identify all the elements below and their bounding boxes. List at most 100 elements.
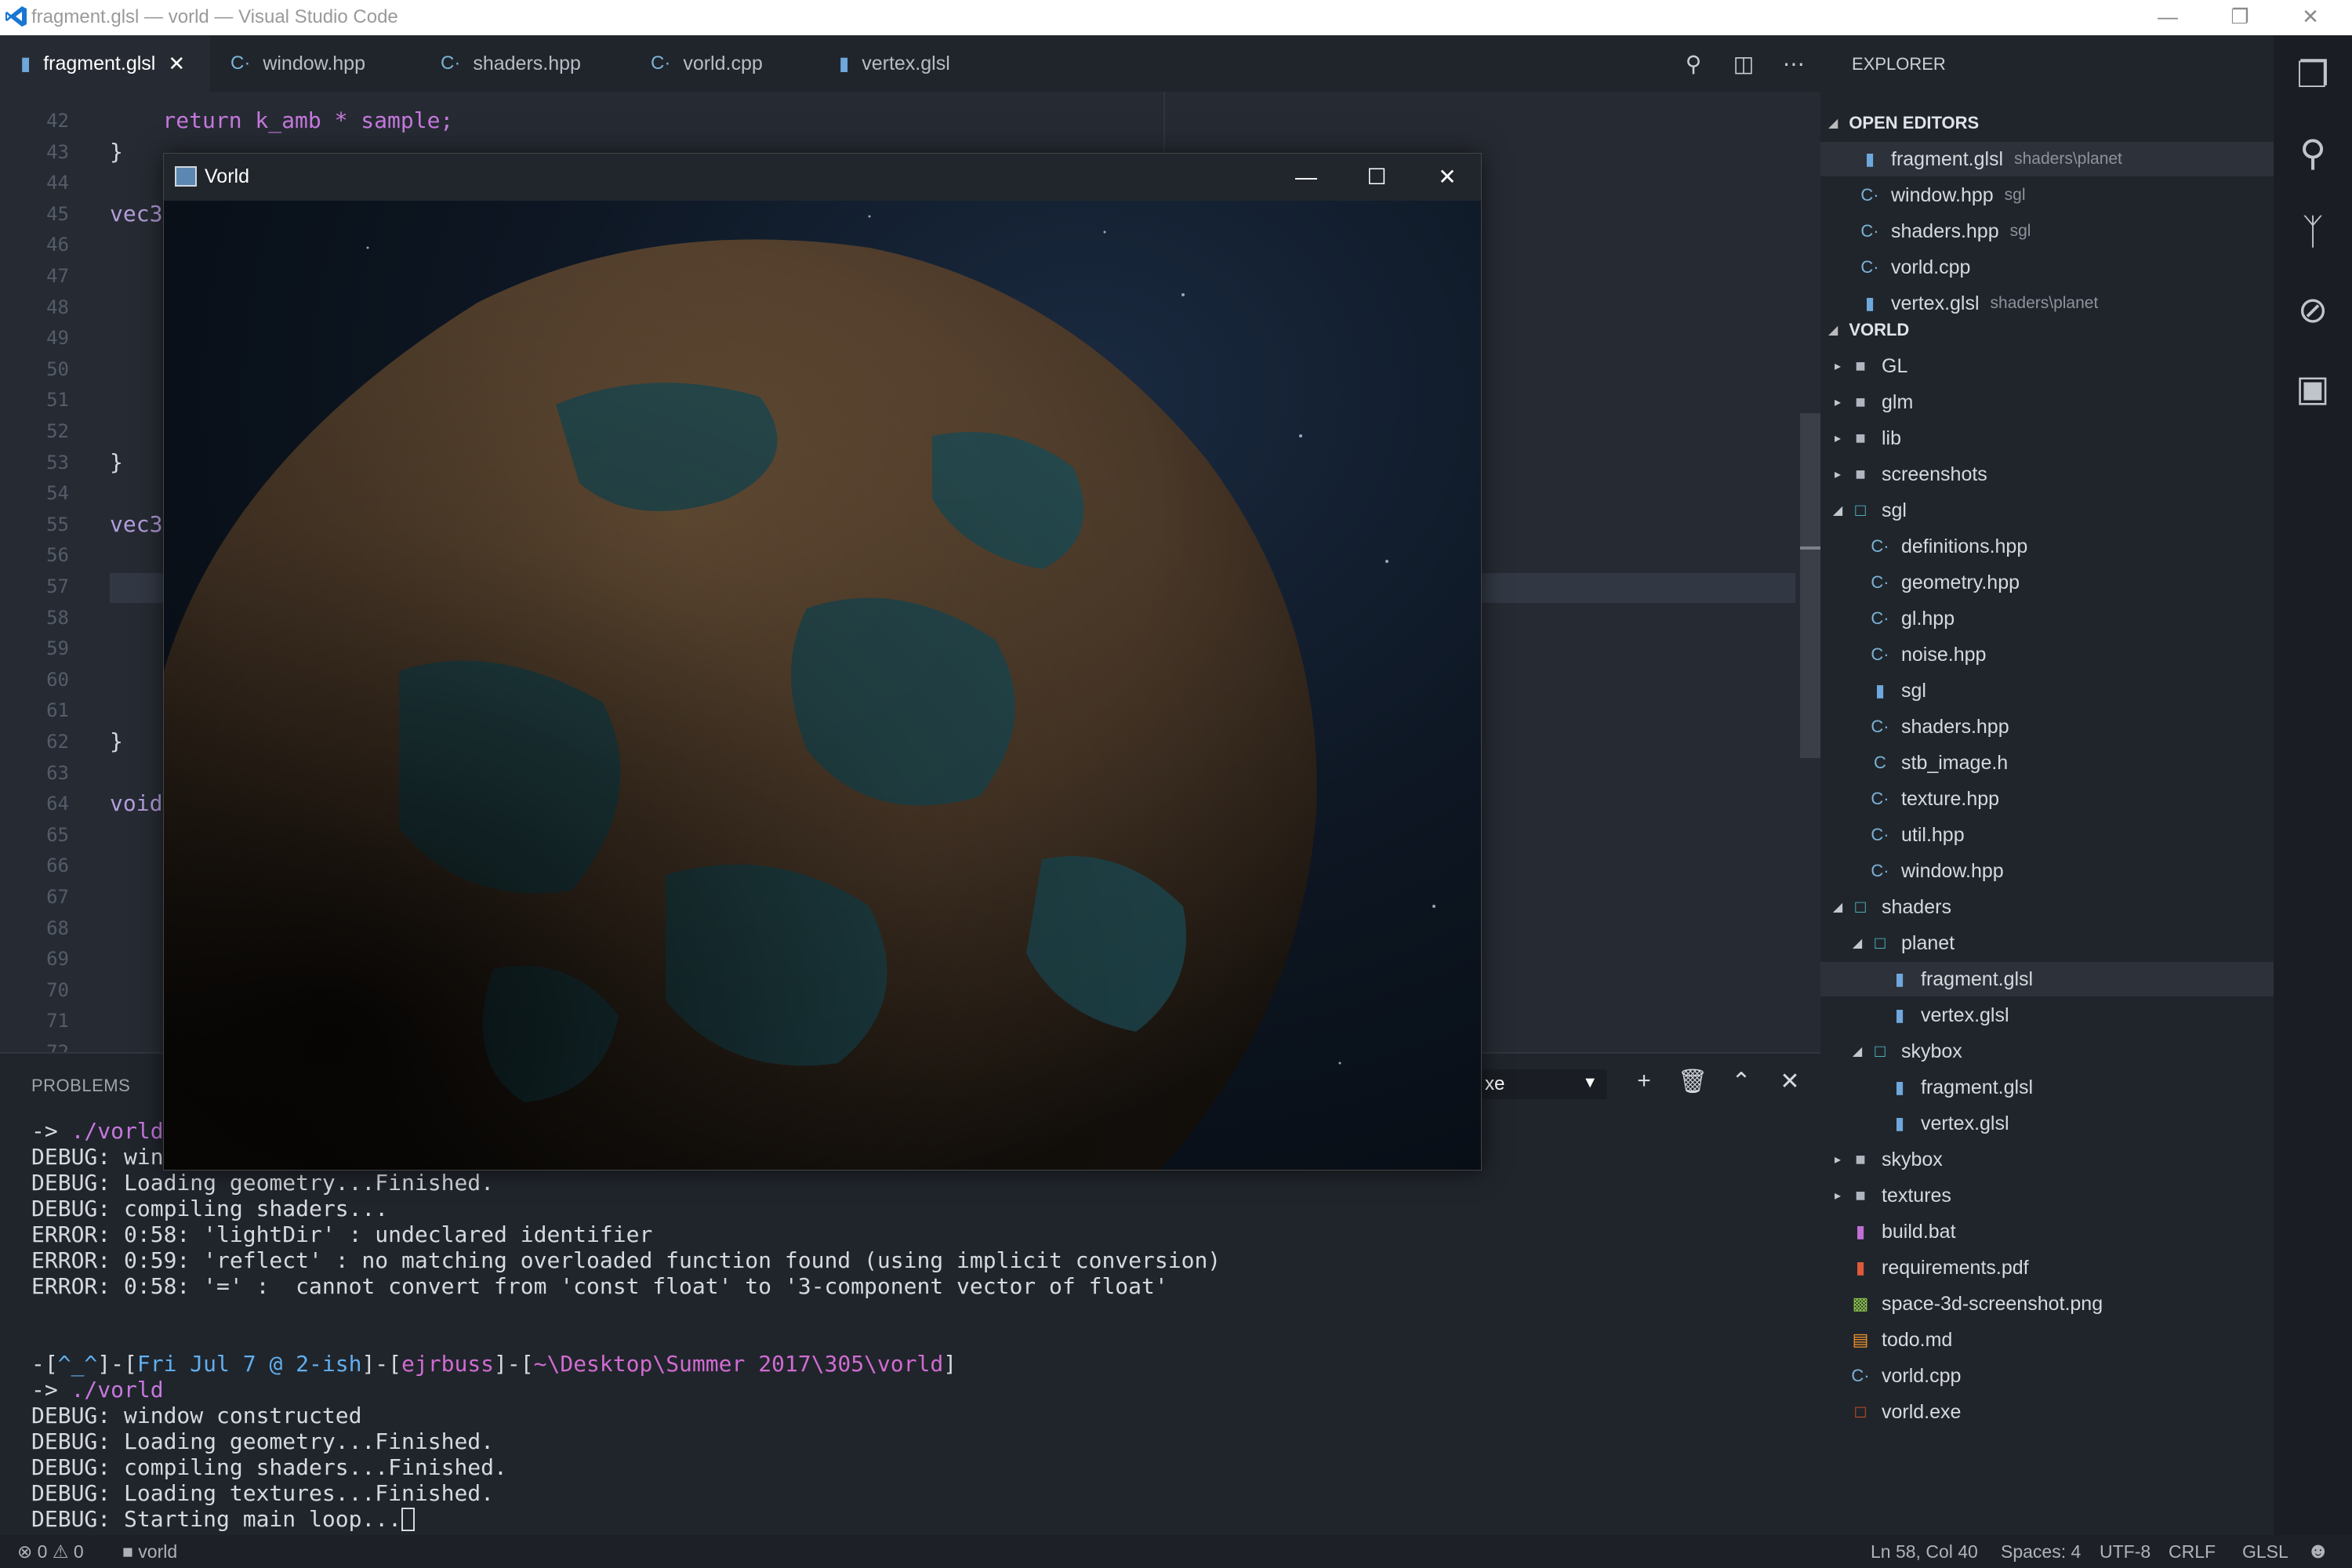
project-section[interactable]: ◢ VORLD	[1820, 314, 2274, 346]
feedback-smiley-icon[interactable]: ☻	[2307, 1538, 2329, 1563]
vorld-close-button[interactable]: ✕	[1412, 154, 1483, 201]
explorer-item[interactable]: C· window.hpp sgl	[1820, 178, 2274, 212]
close-window-button[interactable]: ✕	[2283, 0, 2338, 35]
explorer-item[interactable]: ▸ ■ screenshots	[1820, 457, 2274, 492]
explorer-item[interactable]: ▮ fragment.glsl	[1820, 962, 2274, 996]
more-actions-icon[interactable]: ⋯	[1769, 51, 1819, 77]
terminal-select[interactable]: xe ▼	[1477, 1069, 1607, 1099]
vorld-window[interactable]: Vorld — ☐ ✕	[163, 153, 1482, 1171]
file-icon: ▮	[1894, 1077, 1905, 1097]
editor-scrollbar[interactable]	[1800, 413, 1820, 758]
open-editors-section[interactable]: ◢ OPEN EDITORS	[1820, 107, 2274, 139]
explorer-item[interactable]: C· window.hpp	[1820, 854, 2274, 888]
explorer-item[interactable]: ▮ vertex.glsl	[1820, 1106, 2274, 1141]
image-icon: ▩	[1852, 1294, 1869, 1313]
explorer-item-label: vertex.glsl	[1921, 1112, 2009, 1134]
explorer-item[interactable]: ▸ ■ skybox	[1820, 1142, 2274, 1177]
explorer-item[interactable]: ◢ □ planet	[1820, 926, 2274, 960]
explorer-item[interactable]: ◢ □ sgl	[1820, 493, 2274, 528]
explorer-item[interactable]: ▸ ■ glm	[1820, 385, 2274, 419]
line-number: 64	[46, 793, 69, 815]
close-panel-icon[interactable]: ✕	[1770, 1068, 1809, 1095]
indentation[interactable]: Spaces: 4	[2001, 1541, 2081, 1563]
new-terminal-icon[interactable]: +	[1624, 1068, 1664, 1094]
cursor-position[interactable]: Ln 58, Col 40	[1871, 1541, 1978, 1563]
split-editor-icon[interactable]: ◫	[1719, 51, 1769, 77]
folder-status[interactable]: ■ vorld	[122, 1541, 177, 1563]
explorer-item-label: shaders.hpp	[1891, 220, 1999, 242]
explorer-item[interactable]: Cstb_image.h	[1820, 746, 2274, 780]
chevron-down-icon[interactable]: ◢	[1848, 935, 1867, 951]
chevron-right-icon[interactable]: ▸	[1828, 394, 1847, 410]
chevron-down-icon[interactable]: ◢	[1828, 503, 1847, 518]
explorer-item[interactable]: C· vorld.cpp	[1820, 250, 2274, 285]
terminal-cursor	[401, 1508, 416, 1531]
explorer-item[interactable]: ◢ □ skybox	[1820, 1034, 2274, 1069]
tab-vorld-cpp[interactable]: C· vorld.cpp	[630, 35, 818, 92]
terminal-line: DEBUG: Loading geometry...Finished.	[31, 1428, 1221, 1454]
explorer-item[interactable]: ▸ ■ lib	[1820, 421, 2274, 456]
explorer-icon[interactable]: ❐	[2289, 51, 2336, 98]
explorer-item[interactable]: ▸ ■ GL	[1820, 349, 2274, 383]
chevron-right-icon[interactable]: ▸	[1828, 1152, 1847, 1167]
restore-button[interactable]: ❐	[2212, 0, 2267, 35]
terminal-output[interactable]: -> ./vorld DEBUG: win DEBUG: Loading geome…	[31, 1118, 1221, 1532]
kill-terminal-icon[interactable]: 🗑	[1673, 1068, 1712, 1095]
vorld-minimize-button[interactable]: —	[1271, 154, 1341, 201]
tab-fragment-glsl[interactable]: ▮ fragment.glsl ✕	[0, 35, 210, 92]
chevron-right-icon[interactable]: ▸	[1828, 430, 1847, 446]
explorer-item[interactable]: ▩ space-3d-screenshot.png	[1820, 1287, 2274, 1321]
explorer-item[interactable]: C· vorld.cpp	[1820, 1359, 2274, 1393]
explorer-item[interactable]: C· texture.hpp	[1820, 782, 2274, 816]
errors-status[interactable]: ⊗ 0 ⚠ 0	[17, 1541, 84, 1563]
explorer-item[interactable]: C· shaders.hpp sgl	[1820, 214, 2274, 249]
chevron-right-icon[interactable]: ▸	[1828, 466, 1847, 482]
language-mode[interactable]: GLSL	[2242, 1541, 2288, 1563]
vorld-title-bar[interactable]: Vorld — ☐ ✕	[164, 154, 1481, 201]
batch-file-icon: ▮	[1855, 1221, 1866, 1241]
explorer-item[interactable]: ▮ build.bat	[1820, 1214, 2274, 1249]
open-changes-icon[interactable]: ⚲	[1668, 51, 1719, 77]
code-line: return k_amb * sample;	[110, 107, 454, 133]
explorer-item[interactable]: ▤ todo.md	[1820, 1323, 2274, 1357]
code-line: }	[110, 138, 123, 165]
explorer-item[interactable]: ◢ □ shaders	[1820, 890, 2274, 924]
extensions-icon[interactable]: ▣	[2289, 365, 2336, 412]
explorer-item[interactable]: C· shaders.hpp	[1820, 710, 2274, 744]
terminal-text: ERROR: 0:58: 'lightDir' : undeclared ide…	[31, 1221, 653, 1247]
chevron-down-icon[interactable]: ◢	[1828, 899, 1847, 915]
explorer-item[interactable]: ▸ ■ textures	[1820, 1178, 2274, 1213]
close-tab-icon[interactable]: ✕	[168, 52, 185, 76]
explorer-item[interactable]: ▮ fragment.glsl shaders\planet	[1820, 142, 2274, 176]
tab-window-hpp[interactable]: C· window.hpp	[210, 35, 420, 92]
panel-tab-problems[interactable]: PROBLEMS	[31, 1076, 130, 1096]
chevron-down-icon[interactable]: ◢	[1848, 1044, 1867, 1059]
code-line: vec3	[110, 200, 163, 227]
explorer-item[interactable]: ▮ fragment.glsl	[1820, 1070, 2274, 1105]
source-control-icon[interactable]: ᛉ	[2289, 208, 2336, 255]
chevron-right-icon[interactable]: ▸	[1828, 358, 1847, 374]
explorer-item[interactable]: ▮ sgl	[1820, 673, 2274, 708]
explorer-item[interactable]: C· geometry.hpp	[1820, 565, 2274, 600]
encoding[interactable]: UTF-8	[2100, 1541, 2151, 1563]
explorer-item[interactable]: C· gl.hpp	[1820, 601, 2274, 636]
minimize-button[interactable]: —	[2140, 0, 2195, 35]
explorer-item[interactable]: ▮ requirements.pdf	[1820, 1250, 2274, 1285]
explorer-item[interactable]: □ vorld.exe	[1820, 1395, 2274, 1429]
chevron-right-icon[interactable]: ▸	[1828, 1188, 1847, 1203]
explorer-item[interactable]: C· noise.hpp	[1820, 637, 2274, 672]
maximize-panel-icon[interactable]: ⌃	[1722, 1068, 1761, 1095]
debug-icon[interactable]: ⊘	[2289, 286, 2336, 333]
render-viewport[interactable]	[164, 201, 1481, 1170]
line-ending[interactable]: CRLF	[2169, 1541, 2216, 1563]
tab-vertex-glsl[interactable]: ▮ vertex.glsl	[818, 35, 1000, 92]
explorer-item[interactable]: ▮ vertex.glsl	[1820, 998, 2274, 1033]
explorer-item[interactable]: C· util.hpp	[1820, 818, 2274, 852]
explorer-item[interactable]: C· definitions.hpp	[1820, 529, 2274, 564]
file-icon: ▮	[20, 53, 31, 74]
explorer-item-label: util.hpp	[1901, 823, 1965, 846]
vorld-maximize-button[interactable]: ☐	[1341, 154, 1412, 201]
tab-shaders-hpp[interactable]: C· shaders.hpp	[420, 35, 630, 92]
search-icon[interactable]: ⚲	[2289, 129, 2336, 176]
explorer-item-label: fragment.glsl	[1891, 147, 2004, 170]
